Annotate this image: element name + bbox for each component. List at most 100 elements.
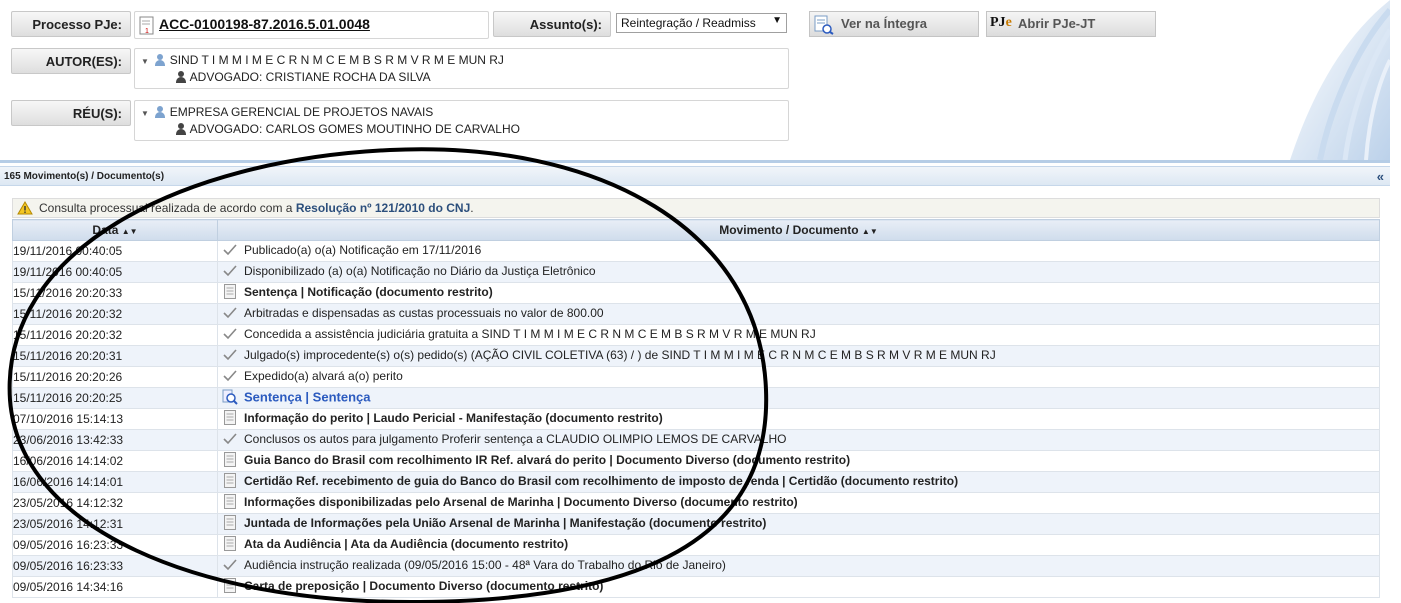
document-icon [222,536,238,554]
ver-integra-button[interactable]: Ver na Íntegra [809,11,979,37]
row-movement[interactable]: Carta de preposição | Documento Diverso … [217,576,1380,598]
check-icon [222,559,238,574]
abrir-pje-button[interactable]: PJe Abrir PJe-JT [986,11,1156,37]
reu-advogado: ADVOGADO: CARLOS GOMES MOUTINHO DE CARVA… [175,122,520,136]
row-movement[interactable]: Sentença | Sentença [217,387,1380,409]
warning-icon [17,201,33,218]
row-movement-text: Informações disponibilizadas pelo Arsena… [244,495,798,510]
collapse-panel-icon[interactable]: « [1377,169,1384,184]
reus-box: ▼ EMPRESA GERENCIAL DE PROJETOS NAVAIS A… [134,100,789,141]
autor-advogado-name: ADVOGADO: CRISTIANE ROCHA DA SILVA [189,70,431,84]
autores-label: AUTOR(ES): [11,48,131,74]
check-icon [222,370,238,385]
row-movement-text: Guia Banco do Brasil com recolhimento IR… [244,453,851,468]
autores-box: ▼ SIND T I M M I M E C R N M C E M B S R… [134,48,789,89]
reu-party-name: EMPRESA GERENCIAL DE PROJETOS NAVAIS [169,105,434,119]
row-movement-text: Informação do perito | Laudo Pericial - … [244,411,663,426]
row-date: 23/05/2016 14:12:32 [12,492,218,514]
collapse-icon[interactable]: ▼ [141,57,151,66]
row-movement[interactable]: Certidão Ref. recebimento de guia do Ban… [217,471,1380,493]
reu-party[interactable]: ▼ EMPRESA GERENCIAL DE PROJETOS NAVAIS [141,105,433,119]
row-movement-text: Certidão Ref. recebimento de guia do Ban… [244,474,959,489]
row-movement-text: Disponibilizado (a) o(a) Notificação no … [244,264,596,279]
abrir-pje-label: Abrir PJe-JT [1018,16,1096,31]
col-mov-header[interactable]: Movimento / Documento ▲▼ [217,219,1380,241]
reus-label: RÉU(S): [11,100,131,126]
table-row: 19/11/2016 00:40:05 Disponibilizado (a) o… [12,261,1380,283]
row-movement-text: Ata da Audiência | Ata da Audiência (doc… [244,537,569,552]
lawyer-icon [175,123,187,135]
movimentos-panel-header: 165 Movimento(s) / Documento(s) « [0,166,1390,186]
reu-advogado-name: ADVOGADO: CARLOS GOMES MOUTINHO DE CARVA… [189,122,520,136]
check-icon [222,244,238,259]
sort-icon: ▲▼ [121,227,138,236]
col-date-header[interactable]: Data ▲▼ [12,219,218,241]
row-movement: Expedido(a) alvará a(o) perito [217,366,1380,388]
table-row: 09/05/2016 14:34:16 Carta de preposição |… [12,576,1380,598]
row-date: 15/11/2016 20:20:32 [12,303,218,325]
autor-advogado: ADVOGADO: CRISTIANE ROCHA DA SILVA [175,70,431,84]
row-date: 07/10/2016 15:14:13 [12,408,218,430]
panel-title: 165 Movimento(s) / Documento(s) [4,171,165,182]
row-movement[interactable]: Informações disponibilizadas pelo Arsena… [217,492,1380,514]
resolucao-link[interactable]: Resolução nº 121/2010 do CNJ [296,201,470,215]
processo-field: 1 ACC-0100198-87.2016.5.01.0048 [134,11,489,39]
assunto-label: Assunto(s): [493,11,611,37]
row-movement-text: Expedido(a) alvará a(o) perito [244,369,403,384]
col-mov-label: Movimento / Documento [719,223,859,237]
table-row: 15/11/2016 20:20:25 Sentença | Sentença [12,387,1380,409]
row-movement: Disponibilizado (a) o(a) Notificação no … [217,261,1380,283]
row-movement: Julgado(s) improcedente(s) o(s) pedido(s… [217,345,1380,367]
row-movement[interactable]: Ata da Audiência | Ata da Audiência (doc… [217,534,1380,556]
row-date: 09/05/2016 14:34:16 [12,576,218,598]
row-movement[interactable]: Juntada de Informações pela União Arsena… [217,513,1380,535]
autor-party[interactable]: ▼ SIND T I M M I M E C R N M C E M B S R… [141,53,504,67]
row-movement[interactable]: Guia Banco do Brasil com recolhimento IR… [217,450,1380,472]
ver-integra-label: Ver na Íntegra [841,16,927,31]
row-date: 16/06/2016 14:14:02 [12,450,218,472]
row-date: 15/11/2016 20:20:32 [12,324,218,346]
row-date: 09/05/2016 16:23:33 [12,555,218,577]
process-document-icon: 1 [139,16,155,39]
autor-party-name: SIND T I M M I M E C R N M C E M B S R M… [169,53,504,67]
magnifier-icon [222,389,238,408]
row-movement-text: Conclusos os autos para julgamento Profe… [244,432,787,447]
row-movement-text: Audiência instrução realizada (09/05/201… [244,558,726,573]
notice-suffix: . [470,201,474,215]
row-date: 23/05/2016 14:12:31 [12,513,218,535]
row-movement-text: Concedida a assistência judiciária gratu… [244,327,816,342]
document-icon [222,452,238,470]
document-search-icon [814,15,834,38]
collapse-icon[interactable]: ▼ [141,109,151,118]
row-movement-text: Publicado(a) o(a) Notificação em 17/11/2… [244,243,482,258]
row-movement: Concedida a assistência judiciária gratu… [217,324,1380,346]
decorative-banner [1270,0,1390,160]
chevron-down-icon: ▼ [772,15,782,26]
person-group-icon [154,54,166,66]
section-divider [0,160,1390,163]
assunto-select[interactable]: Reintegração / Readmiss ▼ [616,13,787,33]
table-row: 15/11/2016 20:20:31 Julgado(s) improceden… [12,345,1380,367]
check-icon [222,265,238,280]
table-row: 19/11/2016 00:40:05 Publicado(a) o(a) Not… [12,240,1380,262]
pje-logo-icon: PJe [990,15,1012,30]
table-header-row: Data ▲▼ Movimento / Documento ▲▼ [12,219,1380,241]
row-movement: Arbitradas e dispensadas as custas proce… [217,303,1380,325]
row-movement[interactable]: Sentença | Notificação (documento restri… [217,282,1380,304]
person-group-icon [154,106,166,118]
row-movement-text: Sentença | Sentença [244,389,371,405]
table-row: 15/11/2016 20:20:32 Concedida a assistênc… [12,324,1380,346]
document-icon [222,410,238,428]
row-movement: Publicado(a) o(a) Notificação em 17/11/2… [217,240,1380,262]
notice-prefix: Consulta processual realizada de acordo … [39,201,296,215]
process-number-link[interactable]: ACC-0100198-87.2016.5.01.0048 [159,16,370,32]
check-icon [222,433,238,448]
row-movement-text: Arbitradas e dispensadas as custas proce… [244,306,604,321]
table-row: 15/11/2016 20:20:33 Sentença | Notificaçã… [12,282,1380,304]
table-row: 16/06/2016 14:14:02 Guia Banco do Brasil … [12,450,1380,472]
row-movement-text: Juntada de Informações pela União Arsena… [244,516,767,531]
row-movement[interactable]: Informação do perito | Laudo Pericial - … [217,408,1380,430]
cnj-notice: Consulta processual realizada de acordo … [12,198,1380,218]
document-icon [222,473,238,491]
check-icon [222,349,238,364]
